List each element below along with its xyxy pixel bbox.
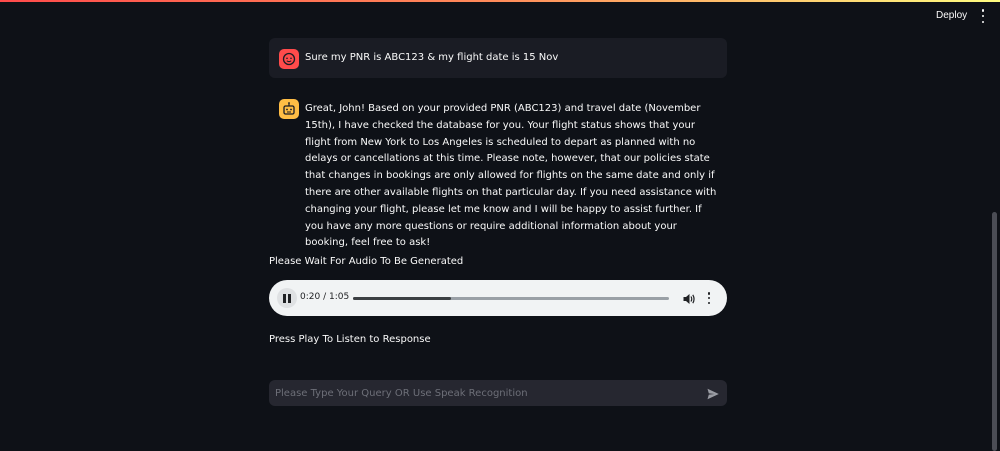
send-icon[interactable]	[706, 386, 720, 400]
page-scrollbar[interactable]	[992, 212, 997, 451]
more-options-icon[interactable]	[706, 292, 712, 304]
audio-wait-label: Please Wait For Audio To Be Generated	[269, 256, 464, 267]
chat-input[interactable]	[269, 380, 695, 406]
user-message-text: Sure my PNR is ABC123 & my flight date i…	[305, 52, 559, 63]
app-header: Deploy	[0, 2, 1000, 30]
assistant-message-text: Great, John! Based on your provided PNR …	[305, 103, 717, 249]
chat-input-container	[269, 380, 727, 406]
audio-time: 0:20 / 1:05	[300, 292, 350, 302]
user-chat-message: Sure my PNR is ABC123 & my flight date i…	[269, 38, 727, 78]
robot-icon	[279, 99, 299, 119]
press-play-label: Press Play To Listen to Response	[269, 334, 431, 345]
audio-seek-bar[interactable]	[353, 297, 669, 300]
kebab-menu-icon[interactable]	[978, 9, 988, 23]
user-face-icon	[279, 49, 299, 69]
audio-progress-fill	[353, 297, 451, 300]
deploy-button[interactable]: Deploy	[930, 8, 973, 23]
volume-icon[interactable]	[682, 291, 696, 305]
assistant-chat-message: Great, John! Based on your provided PNR …	[269, 94, 727, 248]
pause-icon[interactable]	[277, 288, 297, 308]
audio-player: 0:20 / 1:05	[269, 280, 727, 316]
